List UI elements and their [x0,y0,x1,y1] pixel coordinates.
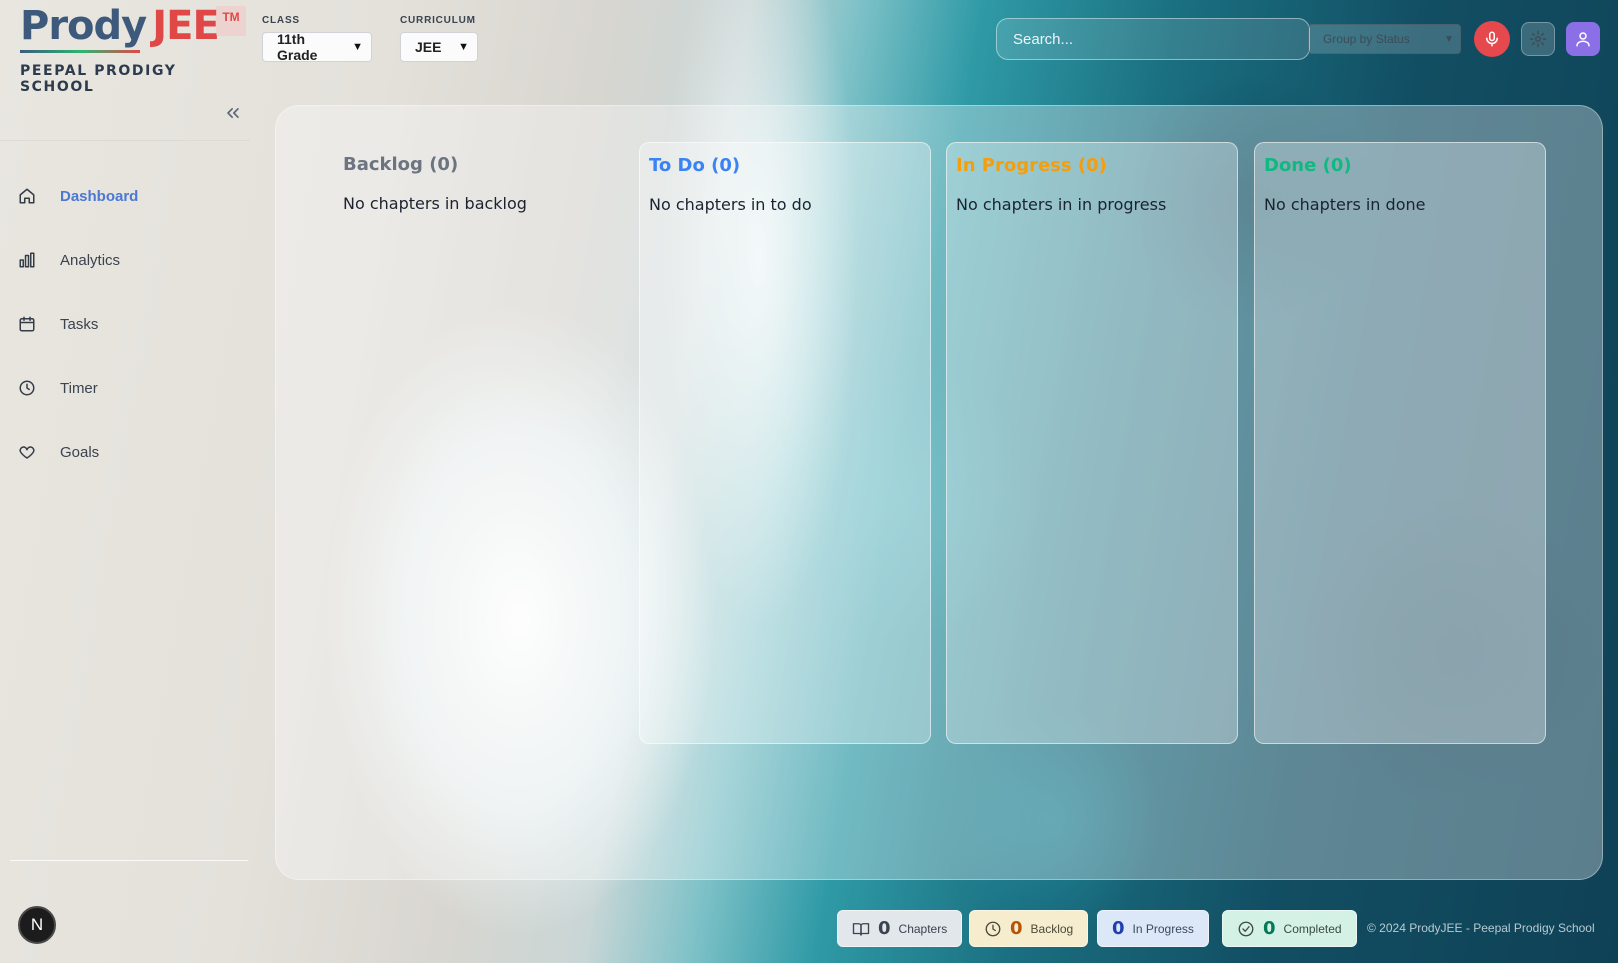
kanban-board: Backlog (0) No chapters in backlog To Do… [275,105,1603,880]
user-icon [1576,32,1590,47]
brand-prody: Prody [20,3,147,49]
sidebar-divider [0,140,250,141]
microphone-icon [1486,31,1498,47]
sidebar-item-timer[interactable]: Timer [0,356,250,420]
brand-logo: Prody JEE TM PEEPAL PRODIGY SCHOOL [20,6,250,95]
search-input[interactable] [996,18,1310,60]
stat-label: In Progress [1132,921,1194,936]
column-title: To Do (0) [649,155,741,176]
chevron-down-icon: ▼ [1444,33,1454,45]
class-label: CLASS [262,15,300,26]
profile-button[interactable] [1566,22,1600,56]
user-avatar[interactable]: N [18,906,56,944]
curriculum-label: CURRICULUM [400,15,476,26]
voice-search-button[interactable] [1474,21,1510,57]
column-in-progress: In Progress (0) No chapters in in progre… [946,142,1238,744]
stat-backlog: 0 Backlog [969,910,1089,947]
curriculum-select-value: JEE [415,39,442,55]
sidebar-item-label: Tasks [60,315,99,333]
clock-icon [18,379,36,397]
class-filter: CLASS 11th Grade ▼ [262,15,372,63]
sidebar-item-tasks[interactable]: Tasks [0,292,250,356]
column-empty-message: No chapters in backlog [343,194,527,213]
copyright-text: © 2024 ProdyJEE - Peepal Prodigy School [1367,921,1595,935]
chevron-down-icon: ▼ [352,41,363,53]
class-select-value: 11th Grade [277,31,318,63]
stat-label: Chapters [898,921,948,936]
school-name: PEEPAL PRODIGY SCHOOL [20,63,177,95]
column-title: Backlog (0) [343,154,459,175]
column-title: Done (0) [1264,155,1352,176]
stat-in-progress: 0 In Progress [1097,910,1209,947]
sidebar-divider-bottom [10,860,248,861]
stat-chapters: 0 Chapters [837,910,963,947]
stat-number: 0 [1112,918,1125,939]
stat-label: Backlog [1030,921,1074,936]
home-icon [18,187,36,205]
chevrons-left-icon [227,108,239,118]
sidebar-item-analytics[interactable]: Analytics [0,228,250,292]
sidebar-item-dashboard[interactable]: Dashboard [0,164,250,228]
stat-number: 0 [1263,918,1276,939]
sidebar-nav: Dashboard Analytics Tasks Timer Goals [0,164,250,484]
sidebar-item-label: Goals [60,443,100,461]
stat-number: 0 [878,918,891,939]
clock-icon [985,921,1001,936]
curriculum-select[interactable]: JEE ▼ [400,32,478,62]
chevron-down-icon: ▼ [458,41,469,53]
trademark-badge: TM [216,6,246,36]
gear-icon [1529,30,1547,48]
sidebar-item-goals[interactable]: Goals [0,420,250,484]
check-circle-icon [1238,921,1254,936]
column-title: In Progress (0) [956,155,1107,176]
curriculum-filter: CURRICULUM JEE ▼ [400,15,478,62]
sidebar-item-label: Timer [60,379,98,397]
column-empty-message: No chapters in to do [649,195,812,214]
column-empty-message: No chapters in in progress [956,195,1167,214]
column-backlog: Backlog (0) No chapters in backlog [334,142,626,744]
stat-number: 0 [1010,918,1023,939]
group-by-select[interactable]: Group by Status ▼ [1308,24,1461,54]
bar-chart-icon [18,251,36,269]
settings-button[interactable] [1521,22,1555,56]
calendar-icon [18,315,36,333]
sidebar-item-label: Dashboard [60,187,139,205]
column-done: Done (0) No chapters in done [1254,142,1546,744]
column-todo: To Do (0) No chapters in to do [639,142,931,744]
column-empty-message: No chapters in done [1264,195,1426,214]
group-by-value: Group by Status [1323,32,1410,46]
collapse-sidebar-button[interactable] [222,103,244,125]
brand-jee: JEE [152,3,220,49]
sidebar-item-label: Analytics [60,251,121,269]
class-select[interactable]: 11th Grade ▼ [262,31,372,63]
sidebar: Prody JEE TM PEEPAL PRODIGY SCHOOL Dashb… [0,0,250,963]
stat-completed: 0 Completed [1222,910,1357,947]
book-icon [852,922,870,936]
brand-underline [20,50,140,53]
heart-icon [18,443,36,461]
stat-label: Completed [1283,921,1342,936]
